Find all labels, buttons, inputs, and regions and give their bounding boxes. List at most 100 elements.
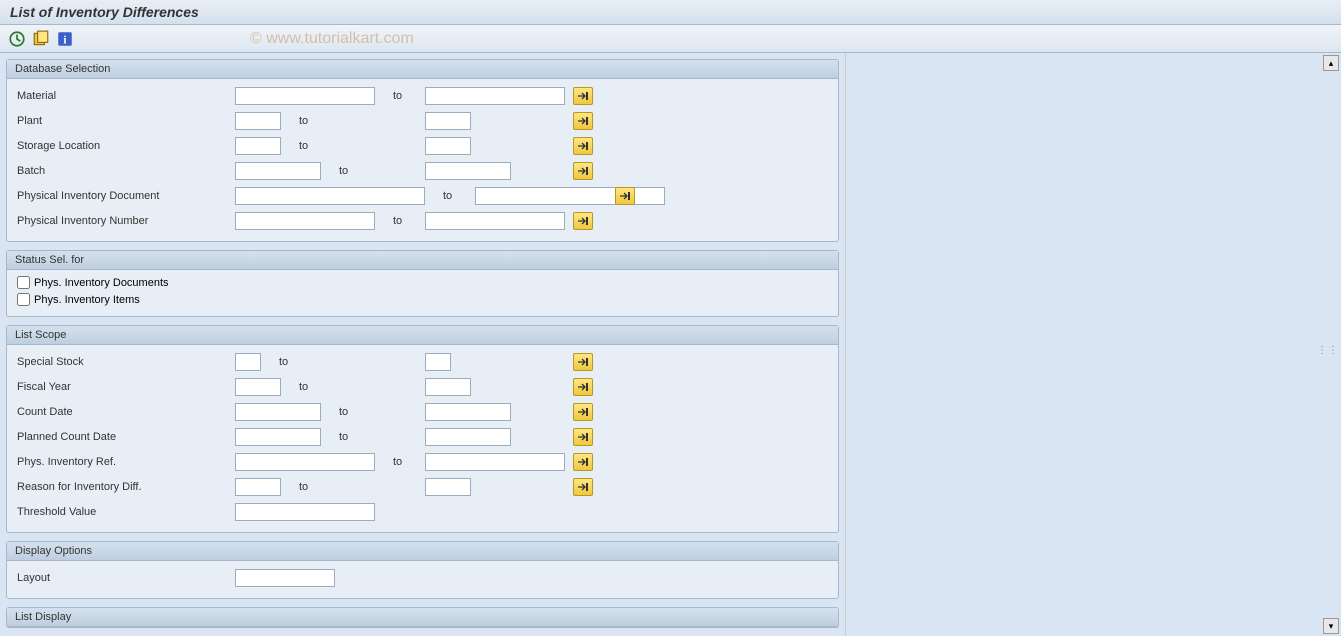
special-stock-high-input[interactable] <box>425 353 451 371</box>
row-reason: Reason for Inventory Diff. to <box>15 476 830 498</box>
special-stock-multi-button[interactable] <box>573 353 593 371</box>
label-phys-inv-docs: Phys. Inventory Documents <box>34 277 169 289</box>
plant-high-input[interactable] <box>425 112 471 130</box>
row-threshold: Threshold Value <box>15 501 830 523</box>
label-pi-ref: Phys. Inventory Ref. <box>15 456 235 468</box>
to-label: to <box>375 215 425 227</box>
label-batch: Batch <box>15 165 235 177</box>
row-planned-date: Planned Count Date to <box>15 426 830 448</box>
group-list-scope: List Scope Special Stock to Fiscal Year … <box>6 325 839 533</box>
special-stock-low-input[interactable] <box>235 353 261 371</box>
pi-num-multi-button[interactable] <box>573 212 593 230</box>
label-special-stock: Special Stock <box>15 356 235 368</box>
row-pi-document: Physical Inventory Document to <box>15 185 830 207</box>
group-status-selection: Status Sel. for Phys. Inventory Document… <box>6 250 839 317</box>
label-planned-date: Planned Count Date <box>15 431 235 443</box>
count-date-multi-button[interactable] <box>573 403 593 421</box>
pi-doc-high-input[interactable] <box>475 187 665 205</box>
row-storage-location: Storage Location to <box>15 135 830 157</box>
main-area: Database Selection Material to Plant to <box>0 53 1341 636</box>
phys-inv-docs-checkbox[interactable] <box>17 276 30 289</box>
label-pi-document: Physical Inventory Document <box>15 190 235 202</box>
to-label: to <box>425 190 475 202</box>
count-date-high-input[interactable] <box>425 403 511 421</box>
scroll-down-icon[interactable]: ▾ <box>1323 618 1339 634</box>
execute-icon[interactable] <box>8 30 26 48</box>
group-header: Database Selection <box>7 60 838 79</box>
label-fiscal-year: Fiscal Year <box>15 381 235 393</box>
pi-doc-multi-button[interactable] <box>615 187 635 205</box>
watermark: © www.tutorialkart.com <box>250 30 414 48</box>
to-label: to <box>281 140 425 152</box>
scroll-up-icon[interactable]: ▴ <box>1323 55 1339 71</box>
row-pi-ref: Phys. Inventory Ref. to <box>15 451 830 473</box>
fiscal-year-low-input[interactable] <box>235 378 281 396</box>
pi-ref-high-input[interactable] <box>425 453 565 471</box>
storage-multi-button[interactable] <box>573 137 593 155</box>
to-label: to <box>281 381 425 393</box>
reason-multi-button[interactable] <box>573 478 593 496</box>
page-title: List of Inventory Differences <box>10 4 199 20</box>
pane-grip-icon[interactable]: ⋮⋮ <box>1317 345 1339 356</box>
label-plant: Plant <box>15 115 235 127</box>
label-layout: Layout <box>15 572 235 584</box>
to-label: to <box>321 431 425 443</box>
threshold-input[interactable] <box>235 503 375 521</box>
reason-high-input[interactable] <box>425 478 471 496</box>
storage-low-input[interactable] <box>235 137 281 155</box>
pi-doc-low-input[interactable] <box>235 187 425 205</box>
info-icon[interactable]: i <box>56 30 74 48</box>
row-pi-number: Physical Inventory Number to <box>15 210 830 232</box>
storage-high-input[interactable] <box>425 137 471 155</box>
batch-low-input[interactable] <box>235 162 321 180</box>
toolbar: i © www.tutorialkart.com <box>0 25 1341 53</box>
batch-high-input[interactable] <box>425 162 511 180</box>
to-label: to <box>375 90 425 102</box>
group-display-options: Display Options Layout <box>6 541 839 599</box>
material-low-input[interactable] <box>235 87 375 105</box>
selection-screen: Database Selection Material to Plant to <box>0 53 845 636</box>
row-material: Material to <box>15 85 830 107</box>
variant-icon[interactable] <box>32 30 50 48</box>
to-label: to <box>281 115 425 127</box>
planned-date-low-input[interactable] <box>235 428 321 446</box>
right-pane: ▴ ⋮⋮ ▾ <box>845 53 1341 636</box>
row-special-stock: Special Stock to <box>15 351 830 373</box>
svg-text:i: i <box>63 34 66 46</box>
count-date-low-input[interactable] <box>235 403 321 421</box>
layout-input[interactable] <box>235 569 335 587</box>
label-count-date: Count Date <box>15 406 235 418</box>
label-phys-inv-items: Phys. Inventory Items <box>34 294 140 306</box>
pi-ref-multi-button[interactable] <box>573 453 593 471</box>
group-header: Display Options <box>7 542 838 561</box>
to-label: to <box>261 356 425 368</box>
material-high-input[interactable] <box>425 87 565 105</box>
group-list-display: List Display <box>6 607 839 628</box>
to-label: to <box>375 456 425 468</box>
label-reason: Reason for Inventory Diff. <box>15 481 235 493</box>
fiscal-year-high-input[interactable] <box>425 378 471 396</box>
row-plant: Plant to <box>15 110 830 132</box>
batch-multi-button[interactable] <box>573 162 593 180</box>
plant-low-input[interactable] <box>235 112 281 130</box>
phys-inv-items-checkbox[interactable] <box>17 293 30 306</box>
to-label: to <box>321 165 425 177</box>
pi-ref-low-input[interactable] <box>235 453 375 471</box>
plant-multi-button[interactable] <box>573 112 593 130</box>
to-label: to <box>281 481 425 493</box>
group-header: List Scope <box>7 326 838 345</box>
row-phys-inv-docs: Phys. Inventory Documents <box>15 276 830 289</box>
to-label: to <box>321 406 425 418</box>
fiscal-year-multi-button[interactable] <box>573 378 593 396</box>
pi-num-low-input[interactable] <box>235 212 375 230</box>
pi-num-high-input[interactable] <box>425 212 565 230</box>
label-material: Material <box>15 90 235 102</box>
label-threshold: Threshold Value <box>15 506 235 518</box>
row-layout: Layout <box>15 567 830 589</box>
planned-date-high-input[interactable] <box>425 428 511 446</box>
reason-low-input[interactable] <box>235 478 281 496</box>
material-multi-button[interactable] <box>573 87 593 105</box>
planned-date-multi-button[interactable] <box>573 428 593 446</box>
group-header: List Display <box>7 608 838 627</box>
group-database-selection: Database Selection Material to Plant to <box>6 59 839 242</box>
